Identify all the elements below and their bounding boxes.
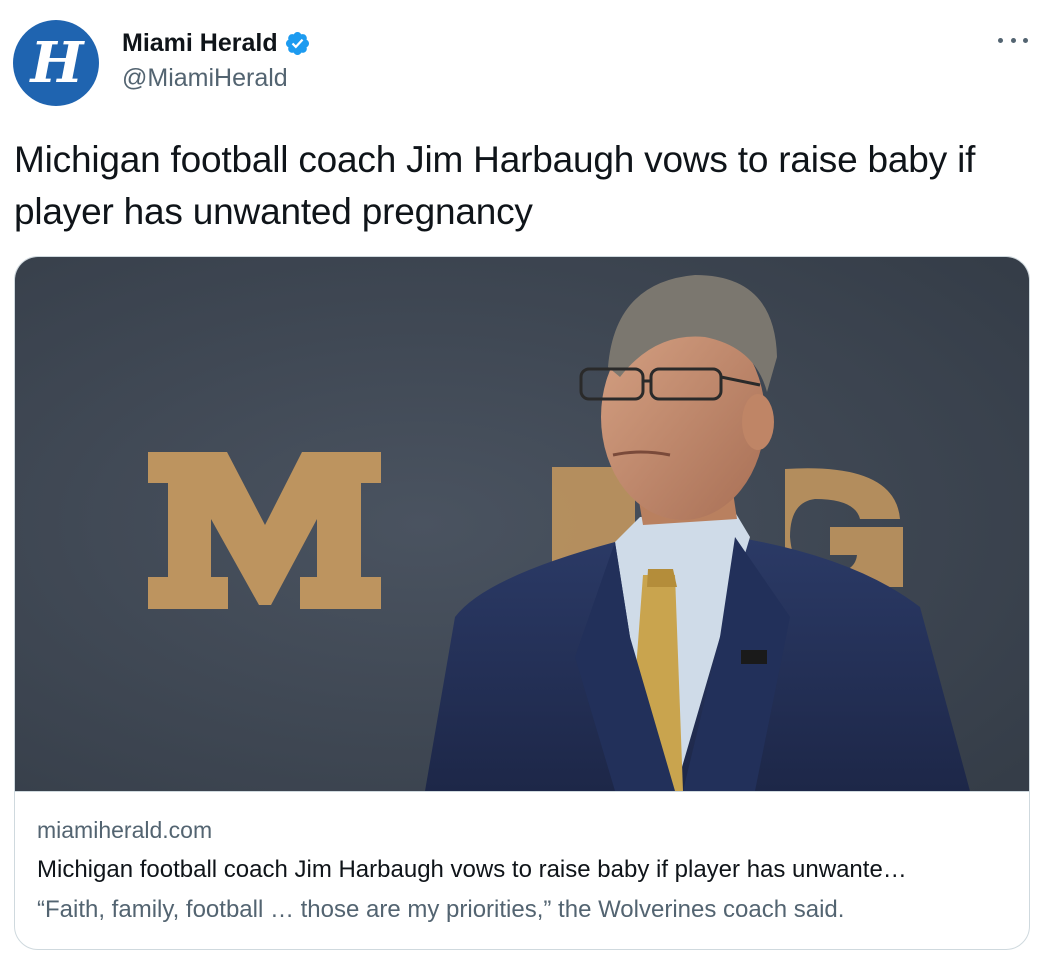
more-icon[interactable] bbox=[998, 30, 1028, 50]
avatar[interactable]: H bbox=[13, 20, 99, 106]
link-card[interactable]: miamiherald.com Michigan football coach … bbox=[14, 256, 1030, 950]
card-domain: miamiherald.com bbox=[37, 817, 213, 843]
more-dot bbox=[1010, 37, 1016, 43]
avatar-letter: H bbox=[30, 30, 84, 96]
more-dot bbox=[998, 37, 1003, 43]
coach-photo bbox=[15, 257, 1029, 791]
author-name-row[interactable]: Miami Herald bbox=[122, 27, 311, 59]
tweet-text: Michigan football coach Jim Harbaugh vow… bbox=[14, 139, 976, 232]
card-description: “Faith, family, football … those are my … bbox=[37, 896, 845, 923]
card-info[interactable]: miamiherald.com Michigan football coach … bbox=[37, 814, 1017, 926]
card-title: Michigan football coach Jim Harbaugh vow… bbox=[37, 856, 907, 883]
author-handle[interactable]: @MiamiHerald bbox=[122, 64, 288, 93]
verified-badge-icon bbox=[284, 30, 311, 57]
card-image[interactable] bbox=[15, 257, 1029, 792]
tweet: H Miami Herald @MiamiHerald Michigan foo… bbox=[0, 0, 1050, 970]
author-display-name[interactable]: Miami Herald bbox=[122, 29, 278, 58]
more-dot bbox=[1023, 37, 1028, 43]
